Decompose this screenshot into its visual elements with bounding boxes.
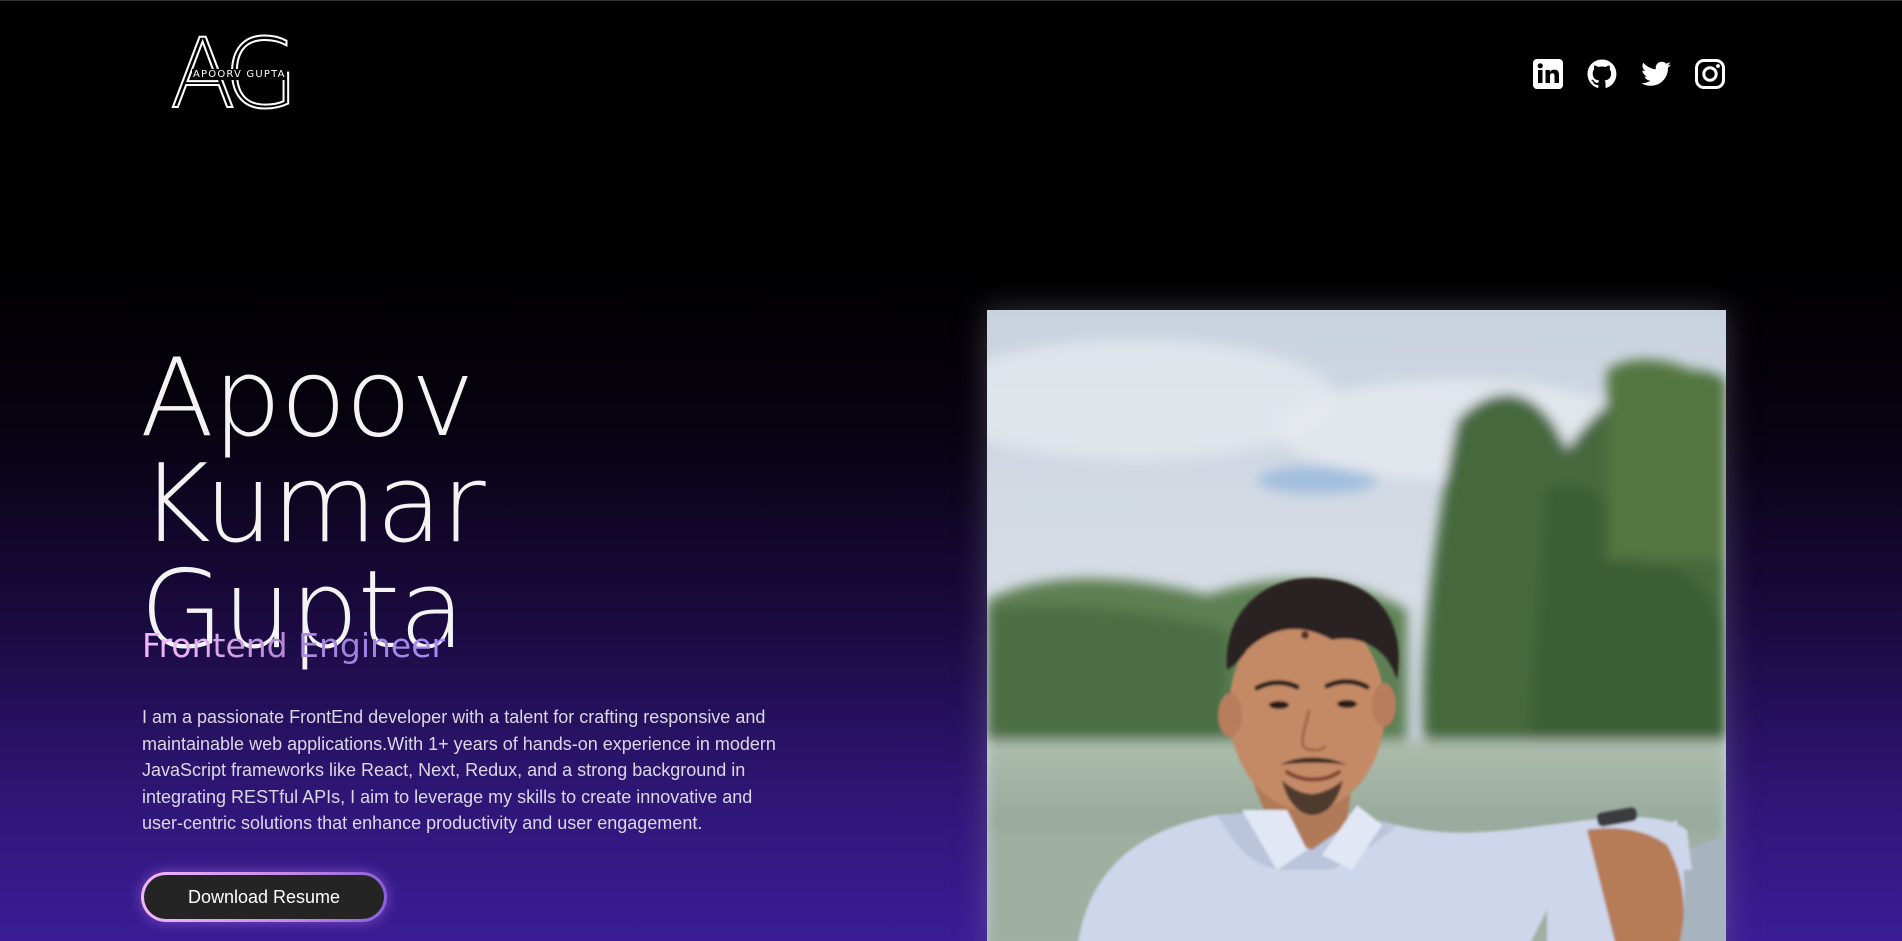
bio-paragraph: I am a passionate FrontEnd developer wit… [142,707,776,833]
instagram-icon[interactable] [1694,58,1726,90]
site-logo[interactable]: AG APOORV GUPTA [169,25,306,123]
hero-name: Apoov Kumar Gupta [140,336,840,665]
github-icon[interactable] [1586,58,1618,90]
top-border [0,0,1902,1]
twitter-icon[interactable] [1640,58,1672,90]
hero-name-line1: Apoov Kumar [140,336,486,567]
profile-photo-illustration [987,310,1726,941]
logo-name: APOORV GUPTA [192,69,287,80]
social-links [1532,58,1726,90]
download-resume-button[interactable]: Download Resume [144,875,384,919]
portfolio-page: AG APOORV GUPTA Apoov Kumar Gupta Fronte… [0,0,1902,941]
linkedin-icon[interactable] [1532,58,1564,90]
job-title: Frontend Engineer [142,626,446,665]
download-resume-button-border: Download Resume [141,872,387,922]
profile-photo [987,310,1726,941]
